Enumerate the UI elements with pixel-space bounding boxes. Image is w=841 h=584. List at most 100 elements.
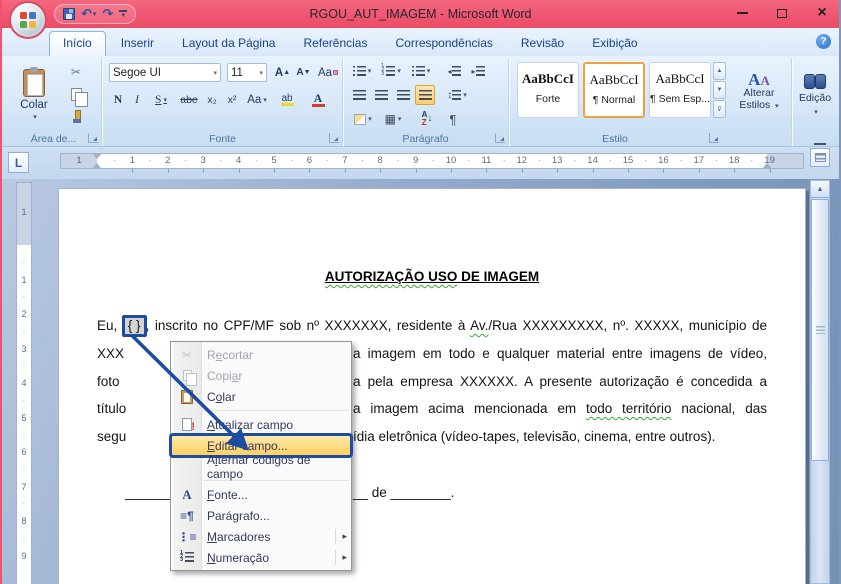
shading-button[interactable]: ▾ <box>349 109 377 129</box>
menu-item-numeração[interactable]: 1 2 3Numeração▸ <box>171 547 351 568</box>
highlight-color-bar <box>281 103 294 106</box>
horizontal-ruler[interactable]: 11·2·3·4·5·6·7·8·9·10·11·12·13·14·15·16·… <box>60 153 804 169</box>
style-card-3[interactable]: AaBbCcI¶ Sem Esp... <box>649 62 711 118</box>
cut-button[interactable]: ✂ <box>64 62 88 82</box>
menu-item-alternar-códigos-de-campo[interactable]: Alternar códigos de campo <box>171 456 351 477</box>
style-card-2[interactable]: AaBbCcI¶ Normal <box>583 62 645 118</box>
menu-item-colar[interactable]: Colar <box>171 386 351 407</box>
styles-scroll-up-button[interactable]: ▲ <box>713 62 726 80</box>
multilevel-list-button[interactable]: ▾ <box>407 61 435 81</box>
ruler-toggle-icon <box>815 153 826 162</box>
tab-inserir[interactable]: Inserir <box>108 31 167 56</box>
menu-item-fonte[interactable]: AFonte... <box>171 484 351 505</box>
bullets-icon <box>357 66 366 77</box>
numbering-button[interactable]: 1 2 3▾ <box>377 61 405 81</box>
split-window-handle[interactable] <box>810 141 830 147</box>
doc-line-5-left: segu <box>97 429 126 448</box>
ruler-number: 10 <box>445 155 457 166</box>
ruler-tick <box>309 169 310 173</box>
find-binoculars-icon <box>804 74 826 88</box>
menu-item-atualizar-campo[interactable]: Atualizar campo <box>171 414 351 435</box>
menu-item-parágrafo[interactable]: ≡¶Parágrafo... <box>171 505 351 526</box>
ruler-tick <box>345 169 346 173</box>
borders-button[interactable]: ▦▾ <box>379 109 407 129</box>
format-painter-button[interactable] <box>64 106 88 126</box>
tab-exibicao[interactable]: Exibição <box>579 31 650 56</box>
superscript-button[interactable]: x² <box>223 90 241 110</box>
underline-button[interactable]: S▾ <box>147 90 175 110</box>
font-family-combo[interactable]: Segoe UI ▾ <box>109 63 221 82</box>
scrollbar-thumb[interactable] <box>811 199 829 461</box>
vertical-ruler[interactable]: 11·2·3·4·5·6·7·8·9· <box>16 182 32 584</box>
paragraph-dialog-launcher[interactable] <box>495 133 505 143</box>
paste-icon <box>177 388 197 405</box>
italic-button[interactable]: I <box>129 90 145 110</box>
ruler-dot: · <box>608 155 612 165</box>
menu-item-marcadores[interactable]: ⋮≡Marcadores▸ <box>171 526 351 547</box>
clipboard-dialog-launcher[interactable] <box>88 133 98 143</box>
tab-stop-selector[interactable]: L <box>8 152 29 173</box>
subscript-button[interactable]: x₂ <box>203 90 221 110</box>
change-case-button[interactable]: Aa▾ <box>243 90 271 110</box>
tab-inicio[interactable]: Início <box>49 31 106 56</box>
bold-button[interactable]: N <box>109 90 127 110</box>
grow-font-button[interactable]: A▲ <box>273 63 292 82</box>
justify-button[interactable] <box>415 85 435 105</box>
bullets-button[interactable]: ▾ <box>349 61 375 81</box>
tab-revisao[interactable]: Revisão <box>508 31 577 56</box>
font-color-button[interactable]: A <box>303 90 333 110</box>
office-button[interactable] <box>9 1 47 39</box>
strikethrough-button[interactable]: abe <box>177 90 201 110</box>
shrink-font-button[interactable]: A▼ <box>294 63 313 82</box>
sort-button[interactable]: AZ↓ <box>415 109 439 129</box>
style-card-1[interactable]: AaBbCcIForte <box>517 62 579 118</box>
align-right-button[interactable] <box>393 85 413 105</box>
font-size-combo[interactable]: 11 ▾ <box>227 63 267 82</box>
ruler-number: 5 <box>268 155 280 166</box>
vertical-scrollbar[interactable]: ▲ <box>810 180 830 584</box>
font-dialog-launcher[interactable] <box>329 133 339 143</box>
ruler-number: 1 <box>126 155 138 166</box>
ruler-toggle-button[interactable] <box>810 148 830 167</box>
minimize-button[interactable] <box>733 4 751 22</box>
tab-layout-da-pagina[interactable]: Layout da Página <box>169 31 288 56</box>
show-hide-pilcrow-button[interactable]: ¶ <box>443 109 463 129</box>
ruler-dot: · <box>219 155 223 165</box>
paste-icon <box>181 390 193 404</box>
ruler-tick <box>593 169 594 173</box>
field-code[interactable]: { } <box>122 315 147 337</box>
shading-icon <box>354 114 366 125</box>
styles-scroll-down-button[interactable]: ▼ <box>713 81 726 99</box>
ruler-dot: · <box>113 155 117 165</box>
ruler-number: 1 <box>17 275 31 285</box>
styles-dialog-launcher[interactable] <box>709 133 719 143</box>
tab-referencias[interactable]: Referências <box>290 31 380 56</box>
highlight-button[interactable]: ab <box>273 90 301 110</box>
hanging-indent-marker[interactable] <box>92 163 102 169</box>
first-line-indent-marker[interactable] <box>92 153 102 159</box>
ruler-number: 6 <box>303 155 315 166</box>
close-button[interactable]: × <box>813 4 831 22</box>
doc-line-3-left: foto <box>97 374 120 393</box>
increase-indent-button[interactable]: ▸ <box>467 61 489 81</box>
menu-item-recortar[interactable]: ✂Recortar <box>171 344 351 365</box>
line-spacing-button[interactable]: ↕▾ <box>443 85 471 105</box>
styles-gallery-more-button[interactable]: ⊽ <box>713 100 726 118</box>
menu-item-label: Recortar <box>207 348 253 362</box>
editing-button[interactable]: Edição ▾ <box>796 62 834 128</box>
word-window: ↶▾ ↷ ▼ RGOU_AUT_IMAGEM - Microsoft Word … <box>0 0 841 584</box>
clear-formatting-button[interactable]: Aa <box>317 63 339 82</box>
scroll-up-button[interactable]: ▲ <box>811 181 829 198</box>
copy-button[interactable] <box>64 84 88 104</box>
change-styles-button[interactable]: AA Alterar Estilos ▾ <box>731 62 787 124</box>
menu-item-copiar[interactable]: Copiar <box>171 365 351 386</box>
paste-button[interactable]: Colar ▾ <box>12 62 56 128</box>
align-left-button[interactable] <box>349 85 369 105</box>
align-center-button[interactable] <box>371 85 391 105</box>
help-button[interactable]: ? <box>816 34 831 49</box>
tab-correspondencias[interactable]: Correspondências <box>382 31 505 56</box>
decrease-indent-button[interactable]: ◂ <box>443 61 465 81</box>
ruler-number: 7 <box>17 482 31 492</box>
maximize-button[interactable] <box>773 4 791 22</box>
font-size-caret-icon: ▾ <box>259 69 263 77</box>
